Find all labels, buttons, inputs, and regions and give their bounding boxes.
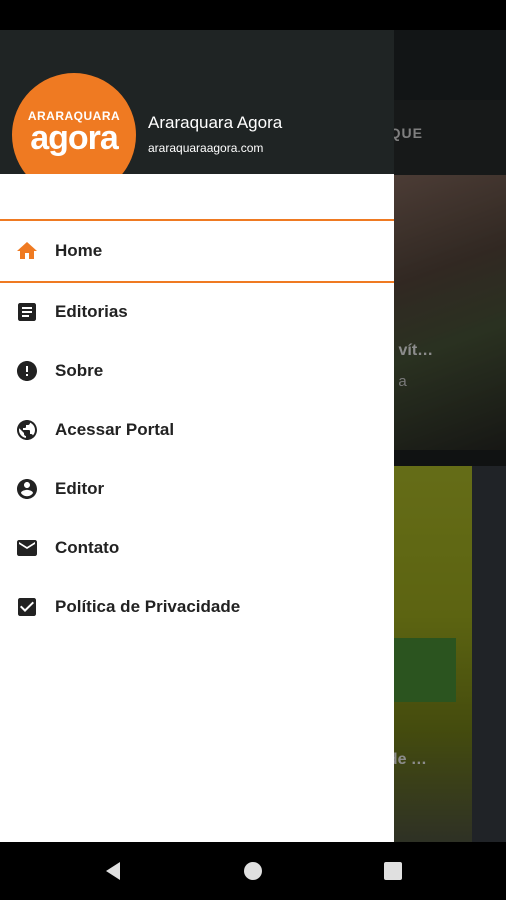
logo-text-big: agora (30, 119, 119, 157)
drawer-url: araraquaraagora.com (148, 141, 264, 155)
drawer-item-contato[interactable]: Contato (0, 519, 394, 577)
drawer-item-politica-de-privacidade[interactable]: Política de Privacidade (0, 578, 394, 636)
mail-icon (15, 536, 39, 560)
home-icon (15, 239, 39, 263)
drawer-item-sobre[interactable]: Sobre (0, 342, 394, 400)
drawer-item-editorias[interactable]: Editorias (0, 283, 394, 341)
araraquara-agora-logo: ARARAQUARA agora (12, 73, 136, 174)
drawer-item-label: Política de Privacidade (55, 597, 241, 616)
navigation-drawer: ARARAQUARA agora Araraquara Agora araraq… (0, 30, 394, 842)
drawer-item-acessar-portal[interactable]: Acessar Portal (0, 401, 394, 459)
system-nav-bar (0, 842, 506, 900)
back-icon[interactable] (101, 859, 125, 883)
drawer-item-label: Editor (55, 479, 105, 498)
drawer-item-label: Contato (55, 538, 120, 557)
drawer-item-label: Acessar Portal (55, 420, 175, 439)
checkbox-icon (15, 595, 39, 619)
active-item-top-border (0, 219, 394, 221)
status-bar (0, 0, 506, 30)
account-icon (15, 477, 39, 501)
recents-icon[interactable] (381, 859, 405, 883)
drawer-item-home[interactable]: Home (0, 222, 394, 280)
drawer-item-label: Home (55, 241, 103, 260)
globe-icon (15, 418, 39, 442)
drawer-item-label: Sobre (55, 361, 104, 380)
home-circle-icon[interactable] (241, 859, 265, 883)
drawer-item-editor[interactable]: Editor (0, 460, 394, 518)
drawer-title: Araraquara Agora (148, 113, 283, 132)
article-icon (15, 300, 39, 324)
drawer-header: ARARAQUARA agora Araraquara Agora araraq… (0, 30, 394, 174)
drawer-item-label: Editorias (55, 302, 128, 321)
info-icon (15, 359, 39, 383)
